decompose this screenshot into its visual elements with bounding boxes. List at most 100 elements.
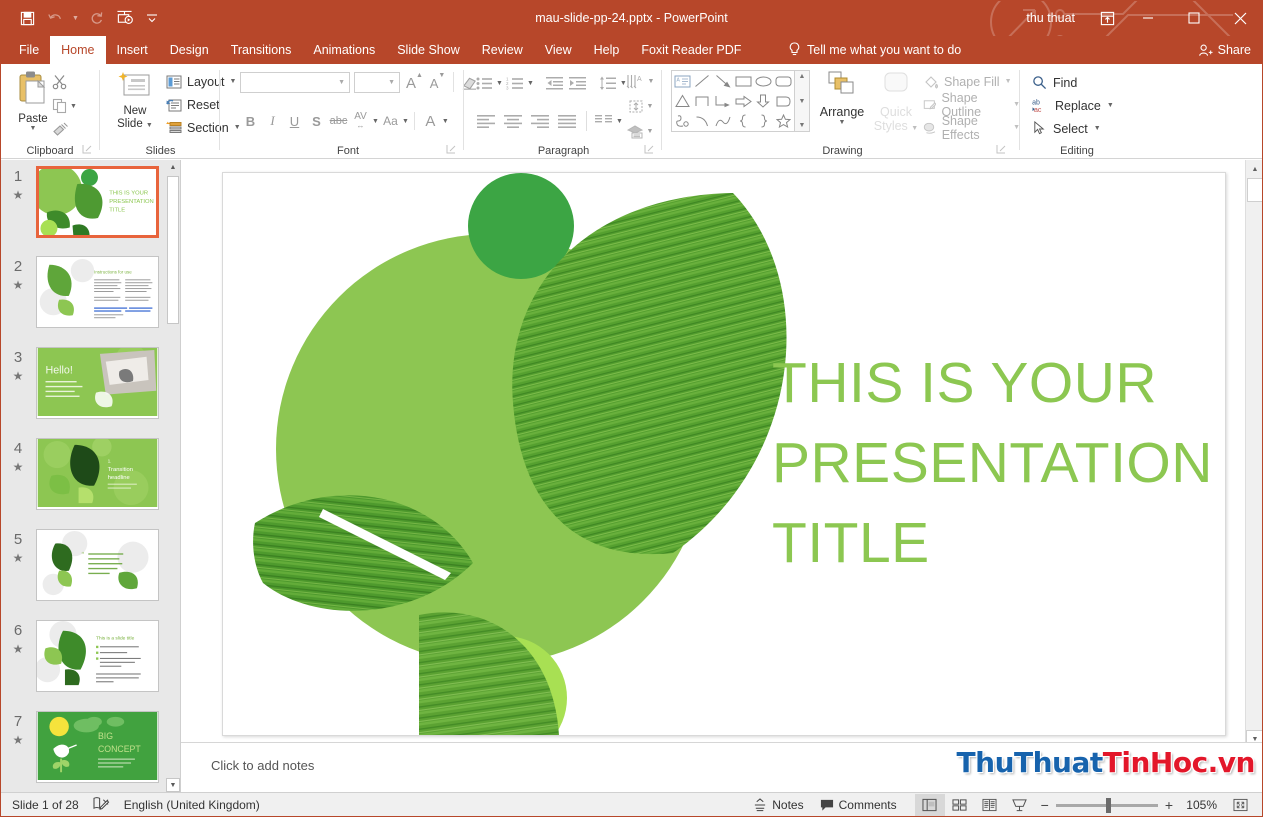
increase-list-level-button[interactable] — [567, 72, 589, 94]
tab-view[interactable]: View — [534, 36, 583, 64]
text-direction-button[interactable]: A ▼ — [625, 70, 655, 92]
tab-animations[interactable]: Animations — [302, 36, 386, 64]
thumbnail-slide-3[interactable]: 3 ★ Hello! — [0, 347, 180, 419]
shape-right-brace[interactable] — [753, 111, 773, 131]
shape-star[interactable] — [774, 111, 794, 131]
find-button[interactable]: Find — [1032, 71, 1114, 94]
thumbnail-preview-2[interactable]: Instructions for use — [36, 256, 159, 328]
replace-button[interactable]: ab ac Replace ▼ — [1032, 94, 1114, 117]
bullets-button[interactable] — [473, 72, 495, 94]
shape-arc[interactable] — [713, 111, 733, 131]
select-caret[interactable]: ▼ — [1094, 125, 1101, 132]
font-size-input[interactable]: ▼ — [354, 72, 400, 93]
replace-caret[interactable]: ▼ — [1107, 102, 1114, 109]
thumbnail-slide-6[interactable]: 6 ★ This is a slide title — [0, 620, 180, 692]
normal-view-button[interactable] — [914, 793, 945, 817]
convert-to-smartart-button[interactable]: ▼ — [625, 120, 655, 142]
language-indicator[interactable]: English (United Kingdom) — [124, 798, 260, 812]
thumbnail-slide-7[interactable]: 7 ★ BIG CONCEPT — [0, 711, 180, 783]
thumbnail-scroll-thumb[interactable] — [167, 176, 179, 324]
tab-help[interactable]: Help — [583, 36, 631, 64]
thumbnail-scroll-down-icon[interactable]: ▼ — [166, 778, 180, 792]
tab-foxit-reader-pdf[interactable]: Foxit Reader PDF — [630, 36, 752, 64]
thumbnail-slide-1[interactable]: 1 ★ THIS IS YOUR PRESENTATION TITLE — [0, 166, 180, 238]
close-button[interactable] — [1217, 0, 1263, 36]
shape-line[interactable] — [692, 71, 712, 91]
font-size-caret[interactable]: ▼ — [388, 79, 399, 86]
paragraph-dialog-launcher[interactable] — [644, 144, 656, 156]
thumbnail-slide-4[interactable]: 4 ★ 1. Transition headline — [0, 438, 180, 510]
numbering-button[interactable]: 123 — [504, 72, 526, 94]
slide-vertical-scrollbar[interactable]: ▲ ▼ ▲ ▼ — [1245, 160, 1263, 792]
shape-scribble[interactable] — [672, 111, 692, 131]
thumbnail-scrollbar[interactable]: ▲ ▼ — [166, 160, 180, 792]
minimize-button[interactable] — [1125, 0, 1171, 36]
tab-home[interactable]: Home — [50, 36, 106, 64]
character-spacing-caret[interactable]: ▼ — [372, 118, 379, 125]
columns-button[interactable] — [593, 110, 615, 132]
columns-caret[interactable]: ▼ — [616, 118, 623, 125]
comments-button[interactable]: Comments — [812, 793, 905, 817]
notes-button[interactable]: Notes — [745, 793, 811, 817]
shape-right-arrow-block[interactable] — [733, 91, 753, 111]
shape-elbow-connector[interactable] — [692, 91, 712, 111]
shape-elbow-arrow-connector[interactable] — [713, 91, 733, 111]
gallery-more-icon[interactable]: ▼ — [799, 122, 806, 129]
thumbnail-preview-6[interactable]: This is a slide title — [36, 620, 159, 692]
align-left-button[interactable] — [473, 110, 499, 132]
shapes-gallery[interactable]: A — [671, 70, 795, 132]
shapes-gallery-scroll[interactable]: ▲ ▼ ▼ — [795, 70, 810, 132]
shape-oval[interactable] — [753, 71, 773, 91]
slide-thumbnail-pane[interactable]: 1 ★ THIS IS YOUR PRESENTATION TITLE 2 ★ … — [0, 160, 181, 792]
strikethrough-button[interactable]: abc — [328, 110, 349, 132]
shape-left-brace[interactable] — [733, 111, 753, 131]
clipboard-dialog-launcher[interactable] — [82, 144, 94, 156]
shape-pentagon-tag[interactable] — [774, 91, 794, 111]
shape-textbox[interactable]: A — [672, 71, 692, 91]
align-right-button[interactable] — [527, 110, 553, 132]
thumbnail-slide-5[interactable]: 5 ★ “ — [0, 529, 180, 601]
copy-dropdown-caret[interactable]: ▼ — [70, 103, 77, 110]
increase-font-size-button[interactable]: A ▲ — [404, 72, 425, 94]
shape-triangle[interactable] — [672, 91, 692, 111]
zoom-in-button[interactable]: + — [1165, 797, 1173, 813]
slideshow-view-button[interactable] — [1005, 794, 1035, 817]
notes-pane[interactable]: Click to add notes ThuThuatTinHoc.vn — [181, 742, 1263, 792]
account-name[interactable]: thu thuat — [1026, 11, 1075, 25]
tab-slide-show[interactable]: Slide Show — [386, 36, 471, 64]
ribbon-display-options-icon[interactable] — [1089, 3, 1125, 33]
thumbnail-preview-3[interactable]: Hello! — [36, 347, 159, 419]
slide-counter[interactable]: Slide 1 of 28 — [12, 798, 79, 812]
arrange-caret[interactable]: ▼ — [815, 119, 869, 126]
text-shadow-button[interactable]: S — [306, 110, 327, 132]
bold-button[interactable]: B — [240, 110, 261, 132]
underline-button[interactable]: U — [284, 110, 305, 132]
tab-transitions[interactable]: Transitions — [220, 36, 303, 64]
arrange-button[interactable]: Arrange ▼ — [815, 70, 869, 126]
zoom-out-button[interactable]: − — [1041, 797, 1049, 813]
scroll-up-icon[interactable]: ▲ — [1246, 160, 1263, 178]
copy-button[interactable]: ▼ — [50, 94, 96, 118]
slide-sorter-view-button[interactable] — [945, 794, 975, 817]
zoom-slider[interactable]: − + — [1035, 797, 1179, 813]
tab-file[interactable]: File — [8, 36, 50, 64]
gallery-scroll-up-icon[interactable]: ▲ — [799, 73, 806, 80]
shape-down-arrow-block[interactable] — [753, 91, 773, 111]
line-spacing-button[interactable] — [597, 72, 619, 94]
tab-insert[interactable]: Insert — [106, 36, 159, 64]
tab-design[interactable]: Design — [159, 36, 220, 64]
drawing-dialog-launcher[interactable] — [996, 144, 1008, 156]
thumbnail-scroll-up-icon[interactable]: ▲ — [166, 160, 180, 174]
font-color-caret[interactable]: ▼ — [442, 118, 449, 125]
share-button[interactable]: Share — [1198, 36, 1251, 64]
tab-review[interactable]: Review — [471, 36, 534, 64]
vertical-scroll-thumb[interactable] — [1247, 178, 1263, 202]
zoom-track[interactable] — [1055, 797, 1158, 813]
tell-me-search[interactable]: Tell me what you want to do — [788, 36, 961, 64]
shape-curve[interactable] — [692, 111, 712, 131]
shape-rectangle[interactable] — [733, 71, 753, 91]
character-spacing-button[interactable]: AV ↔ — [350, 110, 371, 132]
decrease-font-size-button[interactable]: A ▼ — [427, 72, 448, 94]
thumbnail-preview-5[interactable]: “ — [36, 529, 159, 601]
shape-rounded-rectangle[interactable] — [774, 71, 794, 91]
